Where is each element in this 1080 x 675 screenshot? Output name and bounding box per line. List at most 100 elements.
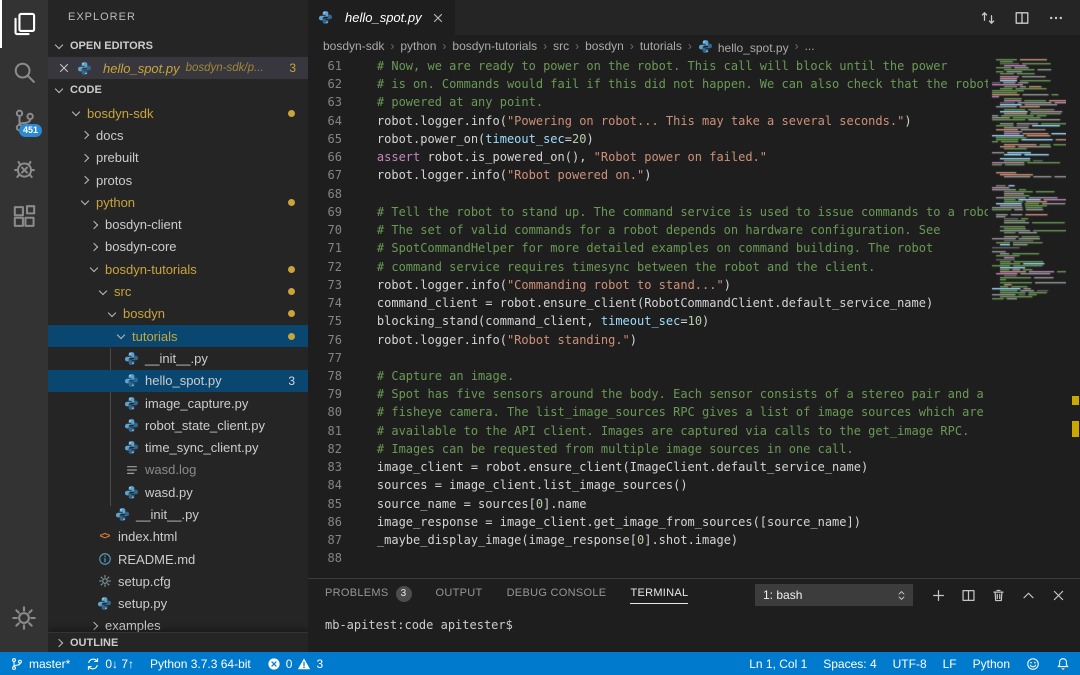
open-changes-button[interactable] (980, 10, 996, 26)
open-editor-description: bosdyn-sdk/p... (186, 62, 264, 74)
code-line: 86 image_response = image_client.get_ima… (308, 513, 1080, 531)
activity-source-control[interactable]: 451 (0, 96, 48, 144)
outline-section-header[interactable]: OUTLINE (48, 632, 308, 652)
line-number: 68 (308, 185, 342, 203)
tree-item-bosdyn-client[interactable]: bosdyn-client (48, 213, 308, 235)
code-line: 64 robot.logger.info("Powering on robot.… (308, 112, 1080, 130)
indentation[interactable]: Spaces: 4 (823, 657, 876, 671)
tree-item-label: src (114, 284, 131, 299)
activity-settings[interactable] (0, 594, 48, 642)
panel-tab-terminal[interactable]: TERMINAL (630, 587, 688, 604)
line-number: 72 (308, 258, 342, 276)
split-editor-button[interactable] (1014, 10, 1030, 26)
panel-tab-problems[interactable]: PROBLEMS3 (325, 586, 412, 605)
tree-item-robot-state-client-py[interactable]: robot_state_client.py (48, 414, 308, 436)
tree-item-image-capture-py[interactable]: image_capture.py (48, 392, 308, 414)
tree-item-docs[interactable]: docs (48, 124, 308, 146)
tree-item-index-html[interactable]: <>index.html (48, 526, 308, 548)
tab-title: hello_spot.py (345, 10, 422, 25)
code-line: 67 robot.logger.info("Robot powered on."… (308, 166, 1080, 184)
tree-item-bosdyn-tutorials[interactable]: bosdyn-tutorials (48, 258, 308, 280)
tree-item-readme-md[interactable]: README.md (48, 548, 308, 570)
tree-item-hello-spot-py[interactable]: hello_spot.py3 (48, 370, 308, 392)
code-line: 81 # available to the API client. Images… (308, 422, 1080, 440)
close-icon[interactable] (431, 11, 445, 25)
error-icon (267, 657, 281, 671)
activity-explorer[interactable] (0, 0, 48, 48)
line-number: 83 (308, 458, 342, 476)
breadcrumb-item[interactable]: tutorials (640, 39, 682, 53)
code-editor[interactable]: 61 # Now, we are ready to power on the r… (308, 57, 1080, 578)
code-line: 66 assert robot.is_powered_on(), "Robot … (308, 148, 1080, 166)
breadcrumb-item[interactable]: src (553, 39, 569, 53)
tree-item-wasd-py[interactable]: wasd.py (48, 481, 308, 503)
notifications[interactable] (1056, 657, 1070, 671)
tree-item-label: image_capture.py (145, 396, 248, 411)
minimap[interactable] (990, 57, 1066, 578)
code-section-label: CODE (70, 84, 102, 96)
code-line: 78 # Capture an image. (308, 367, 1080, 385)
tree-item-prebuilt[interactable]: prebuilt (48, 147, 308, 169)
encoding[interactable]: UTF-8 (893, 657, 927, 671)
new-terminal-button[interactable] (931, 588, 946, 603)
activity-extensions[interactable] (0, 192, 48, 240)
feedback[interactable] (1026, 657, 1040, 671)
line-number: 85 (308, 495, 342, 513)
panel-tab-output[interactable]: OUTPUT (436, 587, 483, 604)
activity-search[interactable] (0, 48, 48, 96)
python-interpreter[interactable]: Python 3.7.3 64-bit (150, 657, 251, 671)
tab-hello-spot-py[interactable]: hello_spot.py (308, 0, 455, 35)
tree-item-init-py[interactable]: __init__.py (48, 503, 308, 525)
tree-item-protos[interactable]: protos (48, 169, 308, 191)
open-editors-header[interactable]: OPEN EDITORS (48, 35, 308, 57)
problems-status[interactable]: 03 (267, 657, 323, 671)
more-actions-button[interactable] (1048, 10, 1064, 26)
tree-item-time-sync-client-py[interactable]: time_sync_client.py (48, 436, 308, 458)
breadcrumb-item[interactable]: ... (805, 39, 815, 53)
breadcrumb-item[interactable]: bosdyn-sdk (323, 39, 384, 53)
breadcrumb-item[interactable]: python (400, 39, 436, 53)
tree-item-label: python (96, 195, 135, 210)
gear-file-icon (97, 574, 112, 589)
tree-item-tutorials[interactable]: tutorials (48, 325, 308, 347)
breadcrumb-item[interactable]: bosdyn-tutorials (452, 39, 537, 53)
editor-actions (980, 0, 1080, 35)
python-file-icon (97, 596, 112, 611)
git-branch-status[interactable]: master* (10, 657, 70, 671)
tree-item-bosdyn-sdk[interactable]: bosdyn-sdk (48, 102, 308, 124)
tree-item-src[interactable]: src (48, 280, 308, 302)
kill-terminal-button[interactable] (991, 588, 1006, 603)
code-section-header[interactable]: CODE (48, 79, 308, 101)
tree-item-bosdyn-core[interactable]: bosdyn-core (48, 236, 308, 258)
python-file-icon (124, 418, 139, 433)
line-number: 79 (308, 385, 342, 403)
breadcrumb-item[interactable]: bosdyn (585, 39, 624, 53)
panel-tab-debug-console[interactable]: DEBUG CONSOLE (507, 587, 607, 604)
maximize-panel-button[interactable] (1021, 588, 1036, 603)
language-mode[interactable]: Python (973, 657, 1010, 671)
split-terminal-button[interactable] (961, 588, 976, 603)
tree-item-setup-py[interactable]: setup.py (48, 593, 308, 615)
tree-item-wasd-log[interactable]: wasd.log (48, 459, 308, 481)
terminal-shell-select[interactable]: 1: bash (755, 584, 913, 606)
tree-item-setup-cfg[interactable]: setup.cfg (48, 570, 308, 592)
tree-item-examples[interactable]: examples (48, 615, 308, 632)
close-panel-button[interactable] (1051, 588, 1066, 603)
chevron-right-icon (81, 176, 89, 184)
modified-dot (288, 333, 295, 340)
breadcrumb-item[interactable]: hello_spot.py (698, 37, 789, 55)
tree-item-init-py[interactable]: __init__.py (48, 347, 308, 369)
terminal-output[interactable]: mb-apitest:code apitester$ (308, 611, 1080, 632)
sidebar-title: EXPLORER (48, 0, 308, 35)
cursor-position[interactable]: Ln 1, Col 1 (749, 657, 807, 671)
info-file-icon (97, 552, 112, 567)
close-icon[interactable] (57, 61, 71, 75)
tree-item-python[interactable]: python (48, 191, 308, 213)
line-number: 61 (308, 57, 342, 75)
open-editor-item[interactable]: hello_spot.py bosdyn-sdk/p... 3 (48, 57, 308, 79)
tree-item-bosdyn[interactable]: bosdyn (48, 303, 308, 325)
eol-sequence[interactable]: LF (943, 657, 957, 671)
activity-debug[interactable] (0, 144, 48, 192)
overview-ruler[interactable] (1068, 57, 1080, 578)
sync-status[interactable]: 0↓ 7↑ (86, 657, 134, 671)
